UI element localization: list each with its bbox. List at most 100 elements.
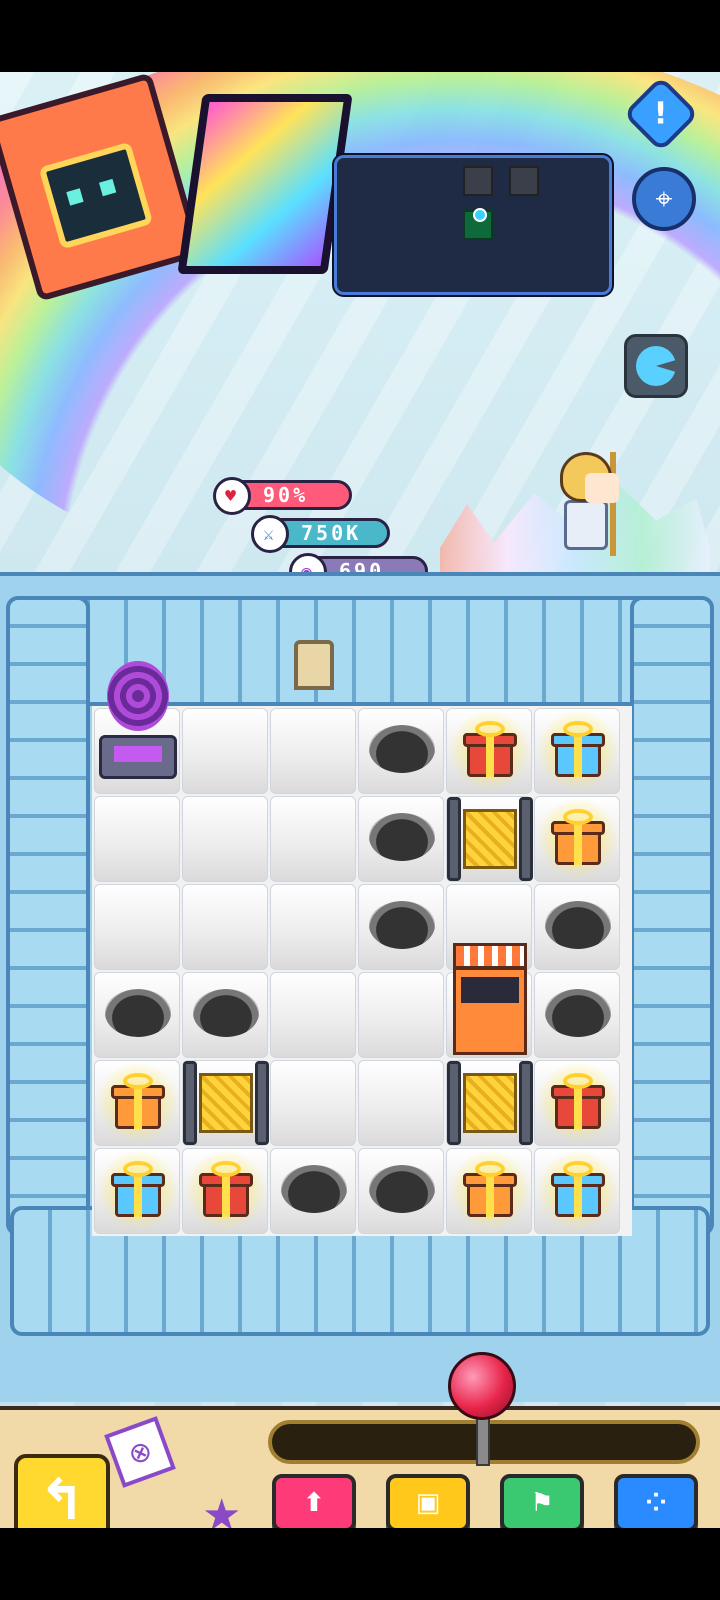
board-tile[interactable] xyxy=(94,884,180,970)
board-tile[interactable] xyxy=(358,1148,444,1234)
gift-box-orange[interactable] xyxy=(97,1061,179,1143)
pit-hole xyxy=(369,1165,435,1213)
cassette-face xyxy=(38,141,154,250)
gift-ribbon xyxy=(134,1173,142,1217)
board-tile[interactable] xyxy=(358,1060,444,1146)
board-tile[interactable] xyxy=(358,972,444,1058)
game-logo-art xyxy=(177,94,353,274)
gift-box-red[interactable] xyxy=(537,1061,619,1143)
hero-head xyxy=(560,452,619,503)
joystick-lever[interactable] xyxy=(448,1352,518,1472)
board-tile[interactable] xyxy=(446,1148,532,1234)
hero-character[interactable] xyxy=(548,452,628,556)
gift-box-blue[interactable] xyxy=(537,709,619,791)
gift-bow xyxy=(563,721,593,737)
alert-icon: ! xyxy=(654,96,668,132)
dots-icon: ⁘ xyxy=(645,1488,667,1518)
board-tile[interactable] xyxy=(94,1060,180,1146)
mech-block[interactable] xyxy=(183,1061,269,1147)
board-tile[interactable] xyxy=(182,972,268,1058)
board-tile[interactable] xyxy=(534,884,620,970)
board-tile[interactable] xyxy=(94,1148,180,1234)
board-tile[interactable] xyxy=(358,708,444,794)
board-tile[interactable] xyxy=(270,1060,356,1146)
bag-icon: ▣ xyxy=(415,1488,441,1518)
pit-hole xyxy=(545,989,611,1037)
minimap-room xyxy=(509,166,539,196)
gift-box-red[interactable] xyxy=(185,1149,267,1231)
system-menu-button[interactable]: ⁘ xyxy=(614,1474,698,1528)
pit-hole xyxy=(193,989,259,1037)
minimap[interactable] xyxy=(334,155,612,295)
items-menu-button[interactable]: ▣ xyxy=(386,1474,470,1528)
board-tile[interactable] xyxy=(182,796,268,882)
board-tile[interactable] xyxy=(270,708,356,794)
board-tile[interactable] xyxy=(534,796,620,882)
map-button[interactable]: ⌖ xyxy=(632,167,696,231)
star-icon[interactable]: ★ xyxy=(202,1490,241,1528)
board-tile[interactable] xyxy=(446,943,532,1058)
cassette-menu-button[interactable]: ⬆ xyxy=(272,1474,356,1528)
wall-right xyxy=(630,596,714,1236)
mech-core xyxy=(463,809,517,869)
mech-leg xyxy=(519,797,533,881)
gift-box-red[interactable] xyxy=(449,709,531,791)
board-tile[interactable] xyxy=(94,972,180,1058)
gift-box-blue[interactable] xyxy=(537,1149,619,1231)
mech-leg xyxy=(519,1061,533,1145)
board-tile[interactable] xyxy=(94,661,180,794)
board-tile[interactable] xyxy=(270,796,356,882)
lever-knob[interactable] xyxy=(448,1352,516,1420)
mech-leg xyxy=(447,1061,461,1145)
hp-value: 90% xyxy=(263,483,309,507)
gift-box-blue[interactable] xyxy=(97,1149,179,1231)
mech-block[interactable] xyxy=(447,1061,533,1147)
board-tile[interactable] xyxy=(358,884,444,970)
board-tile[interactable] xyxy=(534,708,620,794)
pit-hole xyxy=(369,813,435,861)
board-tile[interactable] xyxy=(446,796,533,883)
slot-machine-top xyxy=(453,943,527,969)
board-tile[interactable] xyxy=(270,972,356,1058)
wall-left xyxy=(6,596,90,1236)
pit-hole xyxy=(369,725,435,773)
pit-hole xyxy=(281,1165,347,1213)
board-tile[interactable] xyxy=(534,1148,620,1234)
board-tile[interactable] xyxy=(270,884,356,970)
board-tile[interactable] xyxy=(534,972,620,1058)
pit-hole xyxy=(545,901,611,949)
board-tile[interactable] xyxy=(358,796,444,882)
board-tile[interactable] xyxy=(446,708,532,794)
room-door[interactable] xyxy=(294,640,334,690)
gift-bow xyxy=(123,1073,153,1089)
board-tile[interactable] xyxy=(182,1060,269,1147)
board-tile[interactable] xyxy=(534,1060,620,1146)
board-tile[interactable] xyxy=(446,1060,533,1147)
pit-hole xyxy=(369,901,435,949)
back-button[interactable]: ↰ xyxy=(14,1454,110,1528)
slot-machine[interactable] xyxy=(447,943,533,1059)
mech-block[interactable] xyxy=(447,797,533,883)
board-tile[interactable] xyxy=(182,884,268,970)
board-tile[interactable] xyxy=(94,796,180,882)
auto-mode-button[interactable] xyxy=(624,334,688,398)
hero-face xyxy=(585,473,619,503)
gift-bow xyxy=(475,721,505,737)
team-menu-button[interactable]: ⚑ xyxy=(500,1474,584,1528)
dungeon-room xyxy=(0,572,720,1402)
gift-ribbon xyxy=(134,1085,142,1129)
vortex-portal[interactable] xyxy=(95,661,181,791)
card-item-icon[interactable]: ⊗ xyxy=(104,1416,176,1488)
swirl-card-icon: ⊗ xyxy=(123,1432,157,1472)
gift-bow xyxy=(563,1161,593,1177)
board-grid xyxy=(92,661,632,1236)
board-tile[interactable] xyxy=(270,1148,356,1234)
board-tile[interactable] xyxy=(182,1148,268,1234)
gift-ribbon xyxy=(222,1173,230,1217)
bottom-bar: ↰ ⊗ ★ ⬆ 卡带 ▣ 道具 ⚑ 队伍 ⁘ 系统 xyxy=(0,1352,720,1528)
gift-box-orange[interactable] xyxy=(449,1149,531,1231)
board-tile[interactable] xyxy=(182,708,268,794)
mech-leg xyxy=(255,1061,269,1145)
vortex-swirl xyxy=(107,661,169,731)
gift-box-orange[interactable] xyxy=(537,797,619,879)
